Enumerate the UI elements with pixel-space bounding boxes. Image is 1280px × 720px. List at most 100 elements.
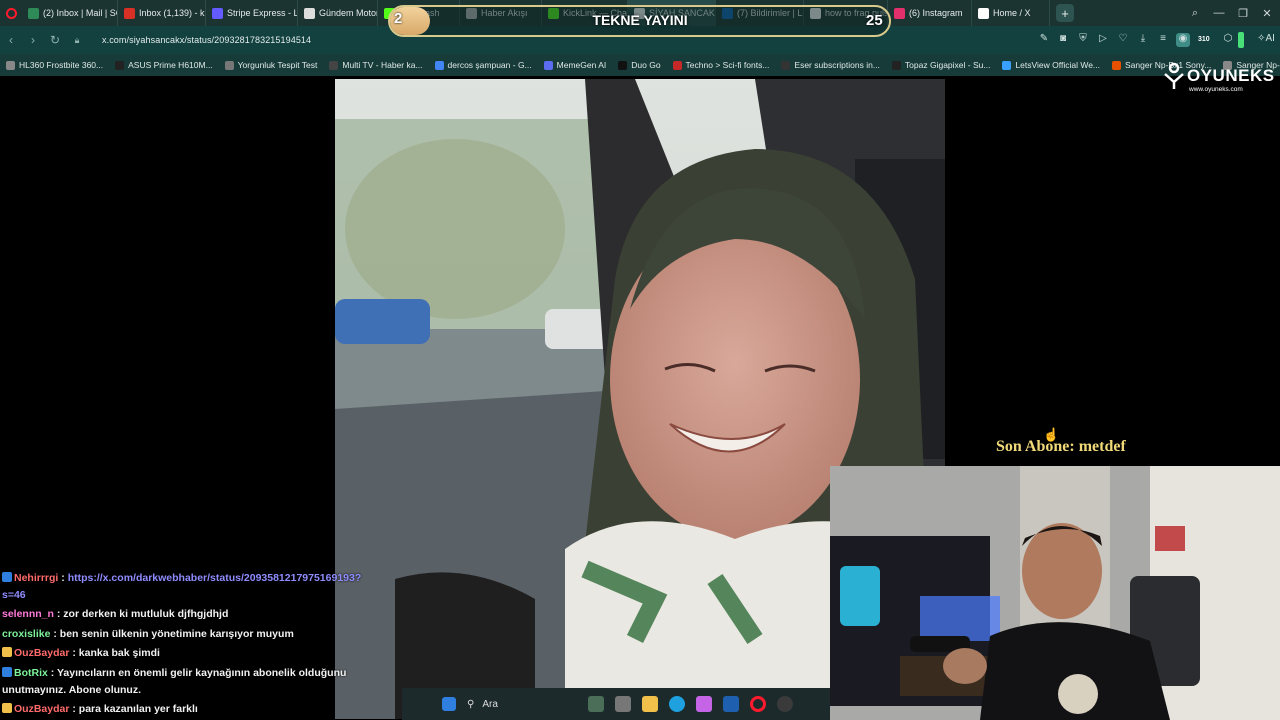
aria-ai-icon[interactable]: ✧AI	[1256, 33, 1276, 47]
download-icon[interactable]: ⤓	[1136, 33, 1150, 47]
game-app-icon[interactable]	[588, 696, 604, 712]
tab-4[interactable]: Gündem Motoru	[298, 0, 378, 26]
forward-icon[interactable]: ›	[22, 33, 44, 47]
tab-favicon-icon	[28, 7, 39, 19]
bookmark-label: ASUS Prime H610M...	[128, 60, 213, 70]
bookmark-label: Yorgunluk Tespit Test	[237, 60, 318, 70]
tab-1[interactable]: (2) Inbox | Mail | SC	[22, 0, 118, 26]
opera-menu-icon[interactable]	[0, 0, 22, 26]
windows-taskbar: ⚲ Ara	[402, 688, 830, 720]
bookmark-item[interactable]: Techno > Sci-fi fonts...	[667, 60, 776, 70]
chat-username[interactable]: croxislike	[2, 628, 50, 640]
bookmark-item[interactable]: HL360 Frostbite 360...	[0, 60, 109, 70]
windows-start-icon[interactable]	[442, 697, 456, 711]
opera-taskbar-icon[interactable]	[750, 696, 766, 712]
bookmark-item[interactable]: LetsView Official We...	[996, 60, 1106, 70]
chat-message: unutmayınız. Abone olunuz.	[2, 684, 141, 696]
oyuneks-logo-url: www.oyuneks.com	[1189, 86, 1243, 93]
bookmark-label: dercos şampuan - G...	[447, 60, 532, 70]
bookmark-item[interactable]: ASUS Prime H610M...	[109, 60, 219, 70]
url-field[interactable]: x.com/siyahsancakx/status/20932817832151…	[102, 35, 311, 45]
tab-label: Home / X	[993, 8, 1031, 18]
bookmark-favicon-icon	[6, 60, 15, 70]
bookmark-favicon-icon	[672, 60, 682, 70]
mouse-cursor-icon: ☝	[1043, 427, 1060, 442]
bookmark-item[interactable]: Multi TV - Haber ka...	[323, 60, 428, 70]
shield-icon[interactable]: ⛨	[1076, 33, 1090, 47]
chat-username[interactable]: OuzBaydar	[14, 647, 69, 659]
maximize-button[interactable]: ❐	[1231, 0, 1255, 26]
chat-text: zor derken ki mutluluk djfhgjdhjd	[63, 608, 229, 620]
bookmark-item[interactable]: Eser subscriptions in...	[775, 60, 886, 70]
chat-username[interactable]: BotRix	[14, 667, 48, 679]
bookmark-label: Techno > Sci-fi fonts...	[685, 60, 770, 70]
new-tab-button[interactable]: +	[1056, 4, 1074, 22]
tab-label: (2) Inbox | Mail | SC	[43, 8, 118, 18]
profile-icon[interactable]: ◉	[1176, 33, 1190, 47]
bookmark-favicon-icon	[543, 60, 553, 70]
chat-badge-icon	[2, 703, 12, 713]
minimize-button[interactable]: —	[1207, 0, 1231, 26]
heart-icon[interactable]: ♡	[1116, 33, 1130, 47]
menu-icon[interactable]: ≡	[1156, 33, 1170, 47]
battery-indicator-icon	[1238, 32, 1244, 48]
chat-text: ben senin ülkenin yönetimine karışıyor m…	[59, 628, 294, 640]
bookmark-item[interactable]: Topaz Gigapixel - Su...	[886, 60, 997, 70]
close-window-button[interactable]: ✕	[1255, 0, 1279, 26]
bookmark-label: Multi TV - Haber ka...	[342, 60, 423, 70]
search-tabs-icon[interactable]: ⌕	[1183, 0, 1207, 26]
webcam-frame	[830, 466, 1280, 720]
back-icon[interactable]: ‹	[0, 33, 22, 47]
obs-icon[interactable]	[777, 696, 793, 712]
bookmark-item[interactable]: dercos şampuan - G...	[429, 60, 538, 70]
taskbar-search-placeholder: Ara	[482, 698, 498, 710]
chat-separator: :	[50, 628, 60, 640]
taskbar-search[interactable]: ⚲ Ara	[467, 693, 577, 715]
camera-icon[interactable]: ◙	[1056, 33, 1070, 47]
bookmark-item[interactable]: Yorgunluk Tespit Test	[219, 60, 324, 70]
edit-icon[interactable]: ✎	[1037, 33, 1051, 47]
bookmark-favicon-icon	[115, 60, 125, 70]
bookmark-item[interactable]: MemeGen AI	[538, 60, 613, 70]
chat-message: s=46	[2, 589, 26, 601]
extensions-icon[interactable]: ⬡	[1221, 33, 1235, 47]
chat-badge-icon	[2, 667, 12, 677]
tab-favicon-icon	[978, 7, 989, 19]
bookmark-label: Topaz Gigapixel - Su...	[904, 60, 991, 70]
tab-11[interactable]: (6) Instagram	[888, 0, 972, 26]
chat-separator: :	[69, 647, 79, 659]
chat-text[interactable]: https://x.com/darkwebhaber/status/209358…	[68, 572, 362, 584]
bookmark-label: LetsView Official We...	[1015, 60, 1101, 70]
webcam-feed	[830, 466, 1280, 720]
play-icon[interactable]: ▷	[1096, 33, 1110, 47]
task-view-icon[interactable]	[615, 696, 631, 712]
edge-icon[interactable]	[669, 696, 685, 712]
oyuneks-logo-text: OYUNEKS	[1187, 66, 1275, 85]
chat-username[interactable]: Nehirrrgi	[14, 572, 58, 584]
tab-2[interactable]: Inbox (1,139) - kick	[118, 0, 206, 26]
bookmark-label: MemeGen AI	[556, 60, 607, 70]
bookmark-favicon-icon	[329, 60, 339, 70]
search-icon: ⚲	[467, 698, 475, 710]
extension-badge[interactable]: 310	[1198, 36, 1210, 43]
copilot-icon[interactable]	[696, 696, 712, 712]
tab-label: (6) Instagram	[909, 8, 963, 18]
chat-separator: :	[47, 667, 57, 679]
store-icon[interactable]	[723, 696, 739, 712]
tab-label: Stripe Express - Lo	[227, 8, 298, 18]
bookmark-label: Eser subscriptions in...	[794, 60, 880, 70]
chat-message: OuzBaydar : kanka bak şimdi	[2, 647, 160, 659]
tab-12[interactable]: Home / X	[972, 0, 1050, 26]
chat-text: kanka bak şimdi	[78, 647, 160, 659]
oyuneks-logo: OYUNEKS www.oyuneks.com	[1163, 62, 1275, 96]
tab-label: Inbox (1,139) - kick	[139, 8, 206, 18]
bookmark-item[interactable]: Duo Go	[612, 60, 666, 70]
tab-3[interactable]: Stripe Express - Lo	[206, 0, 298, 26]
file-explorer-icon[interactable]	[642, 696, 658, 712]
chat-username[interactable]: selennn_n	[2, 608, 54, 620]
chat-message: Nehirrrgi : https://x.com/darkwebhaber/s…	[2, 572, 361, 584]
bookmark-favicon-icon	[1002, 60, 1012, 70]
bookmark-label: HL360 Frostbite 360...	[19, 60, 104, 70]
chat-username[interactable]: OuzBaydar	[14, 703, 69, 715]
reload-icon[interactable]: ↻	[44, 33, 66, 47]
